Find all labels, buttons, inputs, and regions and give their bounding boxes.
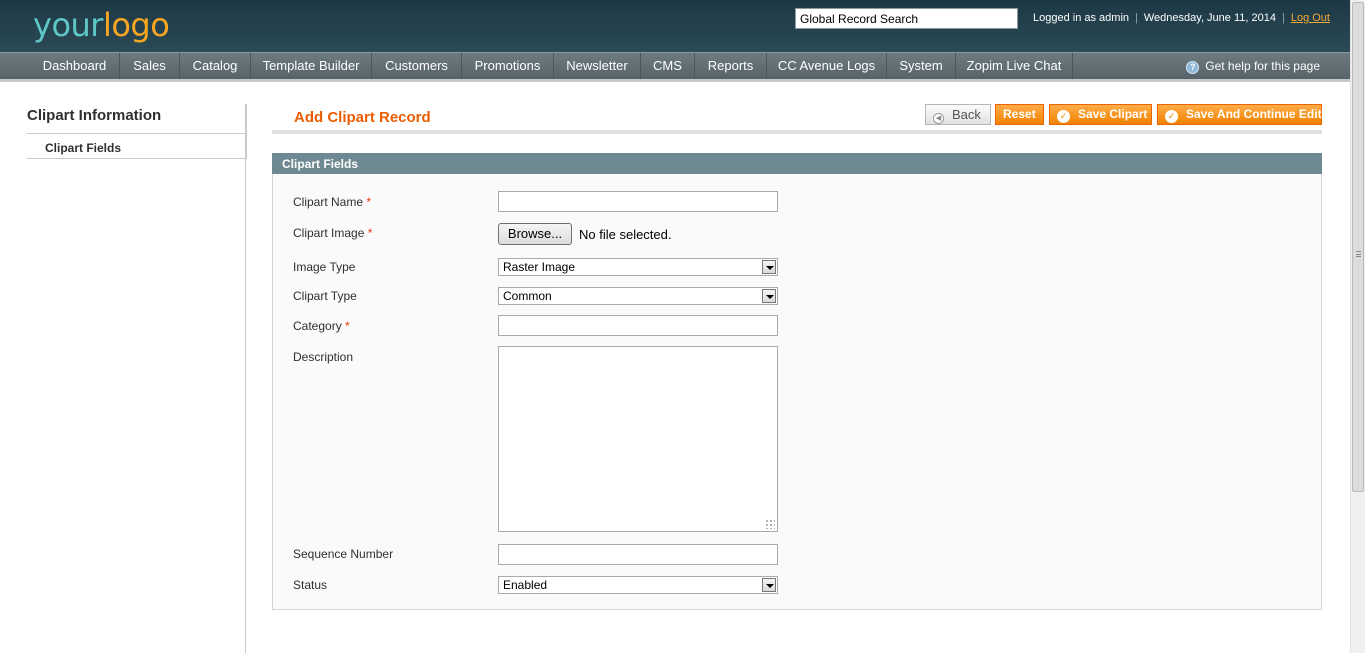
category-input[interactable] (498, 315, 778, 336)
nav-item-catalog[interactable]: Catalog (180, 53, 251, 79)
sidebar-divider (245, 104, 246, 653)
help-icon: ? (1186, 61, 1200, 74)
chevron-down-icon[interactable] (762, 260, 776, 274)
clipart-fieldset (272, 174, 1322, 610)
logged-in-text: Logged in as admin (1033, 12, 1130, 24)
sidebar: Clipart Information Clipart Fields (27, 104, 247, 159)
page-title: Add Clipart Record (294, 109, 431, 126)
required-mark: * (345, 319, 350, 333)
nav-item-sales[interactable]: Sales (120, 53, 180, 79)
content-header: Add Clipart Record ◀ Back Reset ✓ Save Cli… (272, 104, 1322, 134)
save-and-continue-button[interactable]: ✓ Save And Continue Edit (1157, 104, 1322, 125)
scrollbar-thumb[interactable] (1352, 2, 1364, 492)
image-type-value: Raster Image (503, 260, 576, 274)
scroll-grip-icon (1356, 251, 1361, 257)
logout-link[interactable]: Log Out (1291, 12, 1330, 24)
description-label: Description (293, 350, 354, 364)
nav-item-zopim-live-chat[interactable]: Zopim Live Chat (956, 53, 1073, 79)
check-icon: ✓ (1057, 110, 1070, 123)
back-arrow-icon: ◀ (933, 113, 944, 124)
save-and-continue-label: Save And Continue Edit (1186, 107, 1322, 121)
fieldset-title: Clipart Fields (272, 153, 1322, 174)
clipart-image-label: Clipart Image * (293, 226, 372, 240)
clipart-type-value: Common (503, 289, 552, 303)
save-clipart-label: Save Clipart (1078, 107, 1148, 121)
back-button-label: Back (952, 107, 981, 122)
nav-item-promotions[interactable]: Promotions (462, 53, 554, 79)
logo[interactable]: yourlogo (33, 6, 170, 44)
main-navigation: Dashboard Sales Catalog Template Builder… (0, 52, 1350, 82)
required-mark: * (366, 195, 372, 209)
help-link-text: Get help for this page (1205, 59, 1320, 73)
admin-header: yourlogo Logged in as admin|Wednesday, J… (0, 0, 1350, 52)
clipart-image-label-text: Clipart Image (293, 226, 365, 240)
nav-item-template-builder[interactable]: Template Builder (251, 53, 372, 79)
nav-item-dashboard[interactable]: Dashboard (30, 53, 120, 79)
logo-part-1: your (33, 6, 103, 44)
current-date: Wednesday, June 11, 2014 (1143, 12, 1276, 24)
sequence-number-input[interactable] (498, 544, 778, 565)
nav-item-cc-avenue-logs[interactable]: CC Avenue Logs (767, 53, 887, 79)
clipart-type-select[interactable]: Common (498, 287, 778, 305)
status-label: Status (293, 578, 328, 592)
clipart-name-label-text: Clipart Name (293, 195, 364, 209)
nav-item-cms[interactable]: CMS (641, 53, 695, 79)
nav-item-system[interactable]: System (887, 53, 956, 79)
reset-button[interactable]: Reset (995, 104, 1044, 125)
nav-item-newsletter[interactable]: Newsletter (554, 53, 641, 79)
category-label-text: Category (293, 319, 342, 333)
sidebar-title: Clipart Information (27, 104, 247, 134)
chevron-down-icon[interactable] (762, 289, 776, 303)
global-search-input[interactable] (795, 8, 1018, 29)
logo-part-2: logo (102, 6, 170, 44)
category-label: Category * (293, 319, 350, 333)
image-type-select[interactable]: Raster Image (498, 258, 778, 276)
vertical-scrollbar[interactable] (1350, 0, 1365, 653)
resize-grip-icon[interactable] (765, 519, 775, 529)
header-user-links: Logged in as admin | Wednesday, June 11, 2… (1033, 12, 1330, 24)
image-type-label: Image Type (293, 260, 356, 274)
clipart-name-input[interactable] (498, 191, 778, 212)
nav-item-customers[interactable]: Customers (372, 53, 462, 79)
status-value: Enabled (503, 578, 548, 592)
help-link[interactable]: ? Get help for this page (1186, 53, 1320, 79)
status-select[interactable]: Enabled (498, 576, 778, 594)
nav-item-reports[interactable]: Reports (695, 53, 767, 79)
required-mark: * (367, 226, 373, 240)
no-file-text: No file selected. (579, 227, 672, 242)
description-textarea[interactable] (498, 346, 778, 532)
sequence-number-label: Sequence Number (293, 547, 394, 561)
chevron-down-icon[interactable] (762, 578, 776, 592)
sidebar-item-clipart-fields[interactable]: Clipart Fields (27, 134, 247, 159)
clipart-type-label: Clipart Type (293, 289, 357, 303)
clipart-name-label: Clipart Name * (293, 195, 371, 209)
browse-button[interactable]: Browse... (498, 223, 572, 245)
check-icon: ✓ (1165, 110, 1178, 123)
save-clipart-button[interactable]: ✓ Save Clipart (1049, 104, 1152, 125)
back-button[interactable]: ◀ Back (925, 104, 991, 125)
